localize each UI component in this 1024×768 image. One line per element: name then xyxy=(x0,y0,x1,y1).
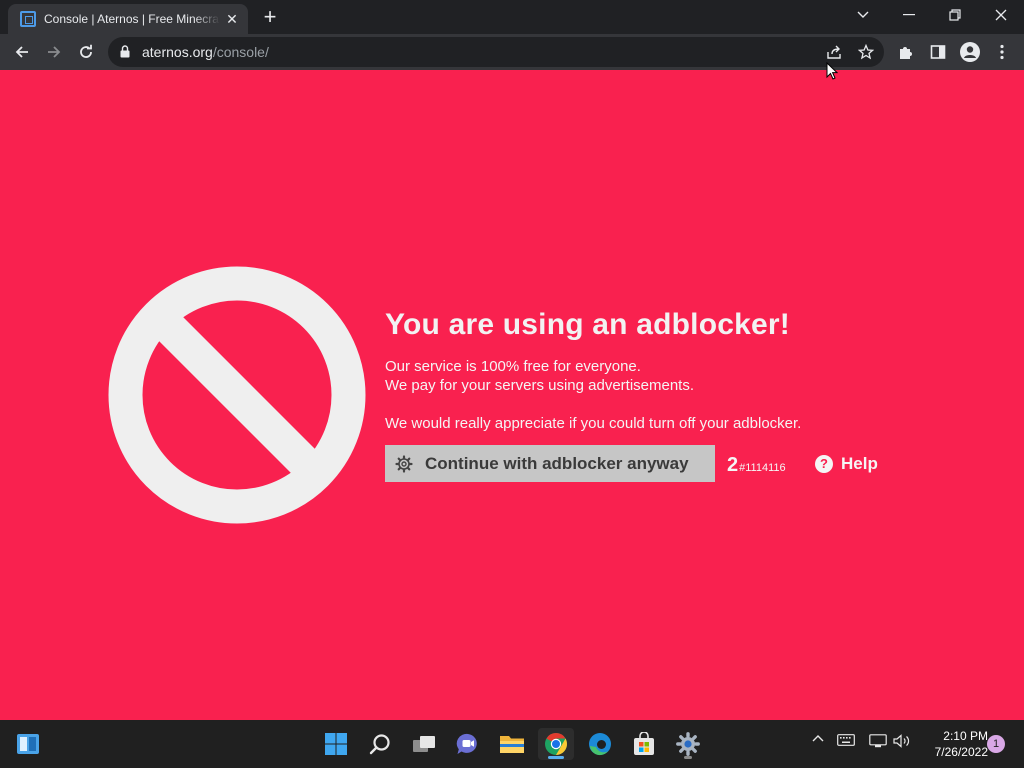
reload-button[interactable] xyxy=(72,38,100,66)
question-icon: ? xyxy=(815,455,833,473)
continue-button-label: Continue with adblocker anyway xyxy=(425,453,689,473)
search-button[interactable] xyxy=(362,728,398,760)
screen: Console | Aternos | Free Minecraft ✕ + a… xyxy=(0,0,1024,768)
share-icon[interactable] xyxy=(826,44,842,60)
minimize-icon xyxy=(903,14,915,16)
volume-tray-button[interactable] xyxy=(892,734,912,748)
side-panel-icon xyxy=(930,45,946,59)
chevron-down-icon xyxy=(857,11,869,18)
taskbar-clock[interactable]: 2:10 PM 7/26/2022 xyxy=(918,728,988,760)
reload-icon xyxy=(80,44,92,58)
aternos-favicon-icon xyxy=(20,11,36,27)
menu-button[interactable] xyxy=(988,38,1016,66)
tab-close-icon[interactable]: ✕ xyxy=(224,11,240,27)
profile-button[interactable] xyxy=(956,38,984,66)
mouse-cursor-icon xyxy=(826,62,838,80)
address-bar[interactable]: aternos.org/console/ xyxy=(108,37,884,67)
counter-number: 2 xyxy=(727,454,739,476)
bookmark-star-icon[interactable] xyxy=(858,44,874,60)
running-indicator xyxy=(684,756,692,759)
adblock-counter: 2 #1114116 xyxy=(727,454,786,477)
widgets-icon xyxy=(17,734,39,754)
edge-icon xyxy=(589,733,611,756)
url-host: aternos.org xyxy=(142,44,213,60)
side-panel-button[interactable] xyxy=(924,38,952,66)
settings-button[interactable] xyxy=(670,728,706,760)
info-line-1: Our service is 100% free for everyone. xyxy=(385,358,641,375)
store-button[interactable] xyxy=(626,728,662,760)
info-line-2: We pay for your servers using advertisem… xyxy=(385,377,695,394)
folder-icon xyxy=(500,736,524,753)
widgets-button[interactable] xyxy=(10,728,46,760)
windows-taskbar: 2:10 PM 7/26/2022 xyxy=(0,720,1024,768)
browser-toolbar: aternos.org/console/ xyxy=(0,34,1024,70)
counter-code: #1114116 xyxy=(739,462,786,474)
search-icon xyxy=(369,734,390,755)
active-indicator xyxy=(548,756,564,759)
url-path: /console/ xyxy=(212,44,269,60)
puzzle-icon xyxy=(900,47,912,59)
tray-overflow-button[interactable] xyxy=(810,734,826,742)
back-button[interactable] xyxy=(8,38,36,66)
edge-button[interactable] xyxy=(582,728,618,760)
prohibited-icon xyxy=(108,266,366,524)
tab-search-button[interactable] xyxy=(840,0,886,30)
close-icon xyxy=(995,9,1007,21)
chrome-icon xyxy=(545,733,567,755)
minimize-button[interactable] xyxy=(886,0,932,30)
help-label: Help xyxy=(841,454,878,473)
task-view-icon xyxy=(413,736,435,752)
task-view-button[interactable] xyxy=(406,728,442,760)
store-icon xyxy=(634,732,654,755)
restore-button[interactable] xyxy=(932,0,978,30)
keyboard-icon xyxy=(837,734,855,746)
arrow-left-icon xyxy=(15,46,28,58)
restore-icon xyxy=(949,9,961,21)
network-icon xyxy=(869,734,887,748)
url-text[interactable]: aternos.org/console/ xyxy=(142,44,269,60)
help-link[interactable]: ? Help xyxy=(815,454,878,474)
windows-logo-icon xyxy=(325,733,347,755)
start-button[interactable] xyxy=(318,728,354,760)
chrome-taskbar-button[interactable] xyxy=(538,728,574,760)
tab-title: Console | Aternos | Free Minecraft xyxy=(44,12,220,26)
page-title: You are using an adblocker! xyxy=(385,308,790,341)
extensions-button[interactable] xyxy=(892,38,920,66)
chat-button[interactable] xyxy=(450,728,486,760)
forward-button[interactable] xyxy=(40,38,68,66)
clock-time: 2:10 PM xyxy=(943,729,988,743)
adblock-page: You are using an adblocker! Our service … xyxy=(0,70,1024,720)
speaker-icon xyxy=(893,734,910,748)
kebab-menu-icon xyxy=(1000,44,1004,60)
continue-with-adblocker-button[interactable]: Continue with adblocker anyway xyxy=(385,445,715,482)
keyboard-tray-button[interactable] xyxy=(836,734,856,746)
chevron-up-icon xyxy=(812,735,824,742)
file-explorer-button[interactable] xyxy=(494,728,530,760)
new-tab-button[interactable]: + xyxy=(258,6,282,30)
tab-strip: Console | Aternos | Free Minecraft ✕ + xyxy=(0,0,1024,34)
browser-tab[interactable]: Console | Aternos | Free Minecraft ✕ xyxy=(8,4,248,34)
info-line-3: We would really appreciate if you could … xyxy=(385,415,802,432)
settings-gear-icon xyxy=(676,732,700,756)
clock-date: 7/26/2022 xyxy=(934,745,988,759)
network-tray-button[interactable] xyxy=(868,734,888,748)
close-window-button[interactable] xyxy=(978,0,1024,30)
chat-icon xyxy=(456,733,477,754)
gear-icon xyxy=(395,454,413,473)
lock-icon[interactable] xyxy=(120,45,130,58)
arrow-right-icon xyxy=(48,46,61,58)
notification-badge[interactable]: 1 xyxy=(987,735,1005,753)
profile-avatar-icon xyxy=(960,42,980,62)
